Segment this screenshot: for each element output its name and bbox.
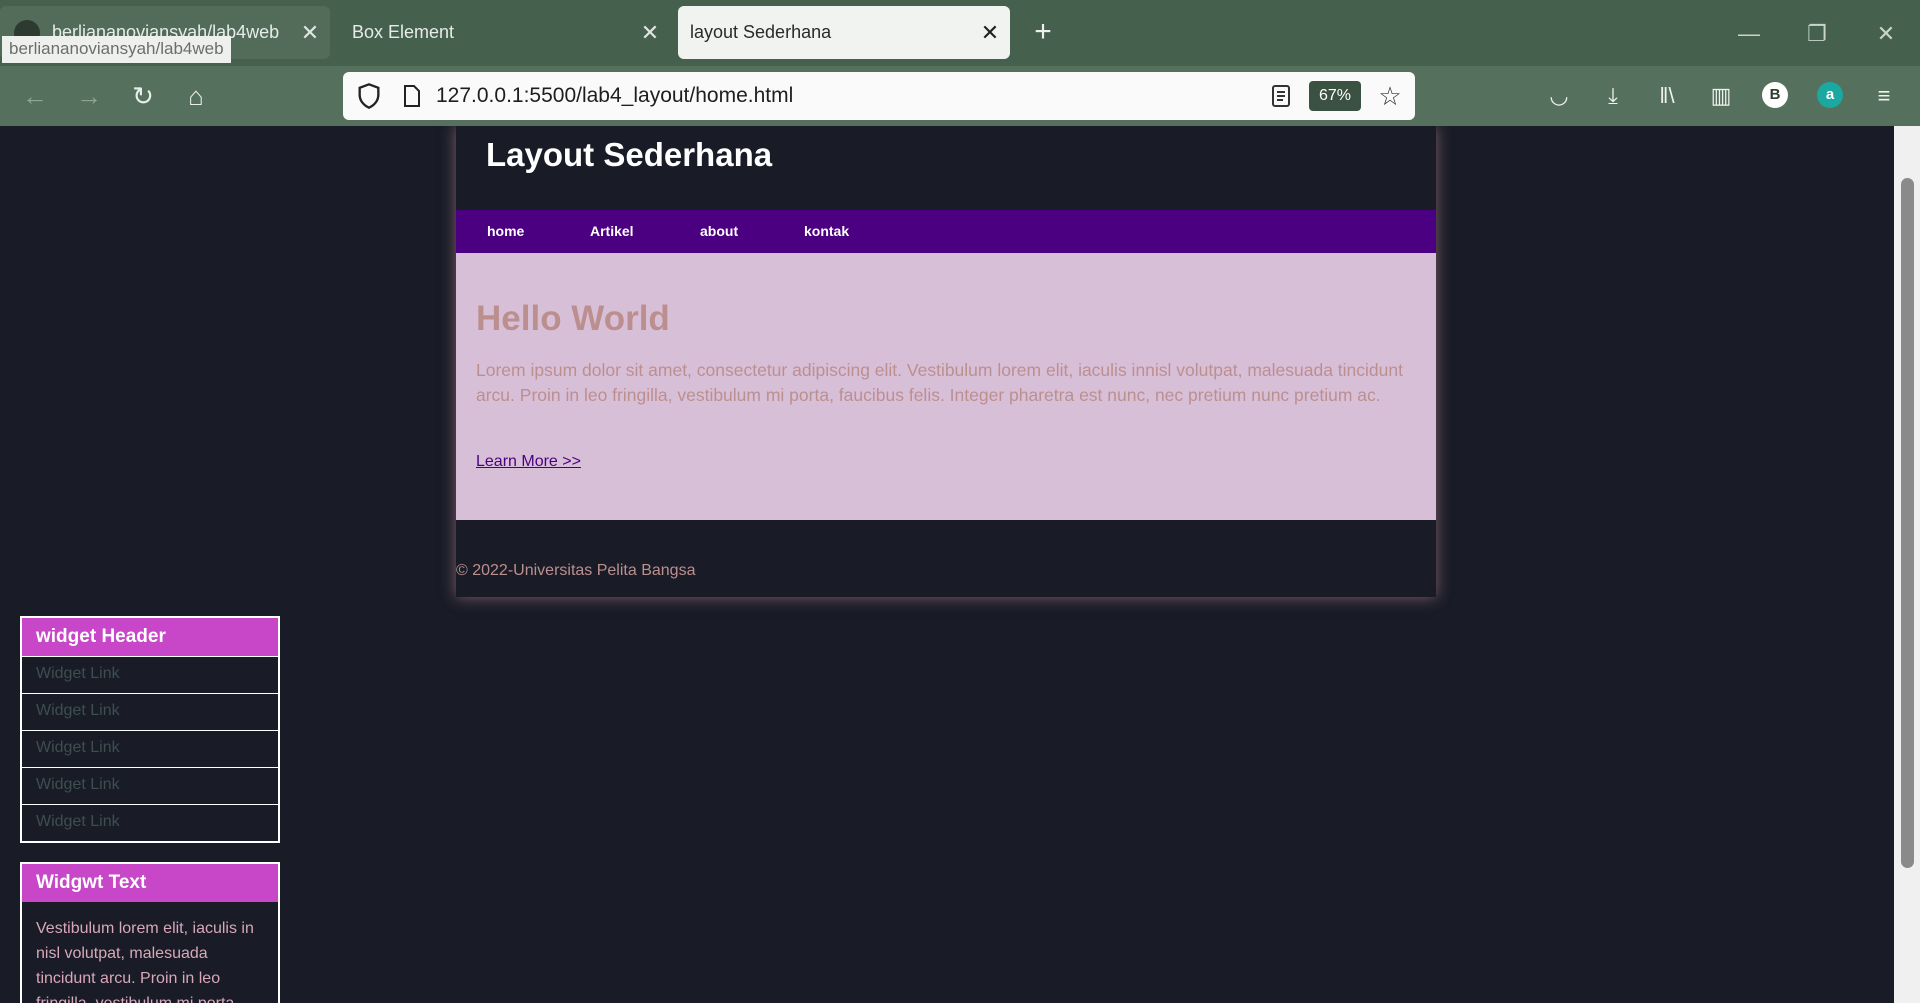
page-viewport: Layout Sederhana home Artikel about kont… [0, 126, 1894, 1003]
site-title: Layout Sederhana [486, 136, 773, 173]
widget-link[interactable]: Widget Link [22, 730, 278, 767]
scrollbar-thumb[interactable] [1901, 178, 1914, 868]
tab-title: layout Sederhana [690, 22, 832, 42]
widget-links-box: widget Header Widget Link Widget Link Wi… [20, 616, 280, 843]
downloads-icon[interactable]: ⤓ [1593, 76, 1633, 116]
url-text[interactable]: 127.0.0.1:5500/lab4_layout/home.html [436, 84, 793, 108]
tab-layout-sederhana[interactable]: layout Sederhana ✕ [678, 6, 1010, 59]
tab-bar: berliananoviansyah/lab4web ✕ Box Element… [0, 0, 1920, 66]
shield-icon[interactable] [355, 82, 383, 110]
widget-link[interactable]: Widget Link [22, 656, 278, 693]
main-nav: home Artikel about kontak [456, 210, 1436, 253]
url-bar[interactable]: 127.0.0.1:5500/lab4_layout/home.html 67%… [343, 72, 1415, 120]
bookmark-star-icon[interactable]: ☆ [1375, 81, 1405, 111]
widget-link[interactable]: Widget Link [22, 767, 278, 804]
new-tab-button[interactable]: + [1028, 12, 1058, 52]
hero-text: Lorem ipsum dolor sit amet, consectetur … [476, 360, 1403, 405]
widget-text-box: Widgwt Text Vestibulum lorem elit, iacul… [20, 862, 280, 1003]
widget-text: Vestibulum lorem elit, iaculis in nisl v… [36, 920, 254, 1003]
learn-more-link[interactable]: Learn More >> [476, 453, 581, 471]
footer-text: © 2022-Universitas Pelita Bangsa [456, 562, 696, 579]
close-icon[interactable]: ✕ [970, 20, 1010, 46]
pocket-icon[interactable]: ◡ [1539, 76, 1579, 116]
minimize-button[interactable]: — [1729, 14, 1769, 54]
account-avatar[interactable]: B [1762, 82, 1788, 108]
reader-view-icon[interactable] [1269, 84, 1293, 108]
tab-tooltip: berliananoviansyah/lab4web [2, 36, 231, 63]
home-button[interactable]: ⌂ [176, 76, 216, 116]
nav-about[interactable]: about [700, 210, 738, 253]
close-window-button[interactable]: ✕ [1866, 14, 1906, 54]
close-icon[interactable]: ✕ [630, 20, 670, 46]
tab-title: Box Element [352, 22, 455, 42]
vertical-scrollbar[interactable] [1894, 126, 1920, 1003]
widget-header: widget Header [22, 618, 278, 656]
nav-home[interactable]: home [487, 210, 524, 253]
hero-heading: Hello World [476, 299, 670, 338]
navigation-toolbar: ← → ↻ ⌂ 127.0.0.1:5500/lab4_layout/home.… [0, 66, 1920, 126]
widget-header: Widgwt Text [22, 864, 278, 902]
menu-icon[interactable]: ≡ [1864, 76, 1904, 116]
tab-box-element[interactable]: Box Element ✕ [340, 6, 670, 59]
library-icon[interactable]: ‖\ [1647, 76, 1687, 116]
widget-link[interactable]: Widget Link [22, 693, 278, 730]
reload-button[interactable]: ↻ [123, 76, 163, 116]
hero-section: Hello World Lorem ipsum dolor sit amet, … [456, 253, 1436, 520]
page-icon [404, 85, 420, 107]
zoom-indicator[interactable]: 67% [1309, 81, 1361, 111]
forward-button[interactable]: → [69, 76, 109, 116]
close-icon[interactable]: ✕ [290, 20, 330, 46]
nav-kontak[interactable]: kontak [804, 210, 849, 253]
sidebar-icon[interactable]: ▥ [1701, 76, 1741, 116]
nav-artikel[interactable]: Artikel [590, 210, 634, 253]
widget-link[interactable]: Widget Link [22, 804, 278, 841]
page-container: Layout Sederhana home Artikel about kont… [456, 126, 1436, 597]
extension-icon[interactable]: a [1817, 82, 1843, 108]
back-button[interactable]: ← [15, 76, 55, 116]
restore-button[interactable]: ❐ [1797, 14, 1837, 54]
